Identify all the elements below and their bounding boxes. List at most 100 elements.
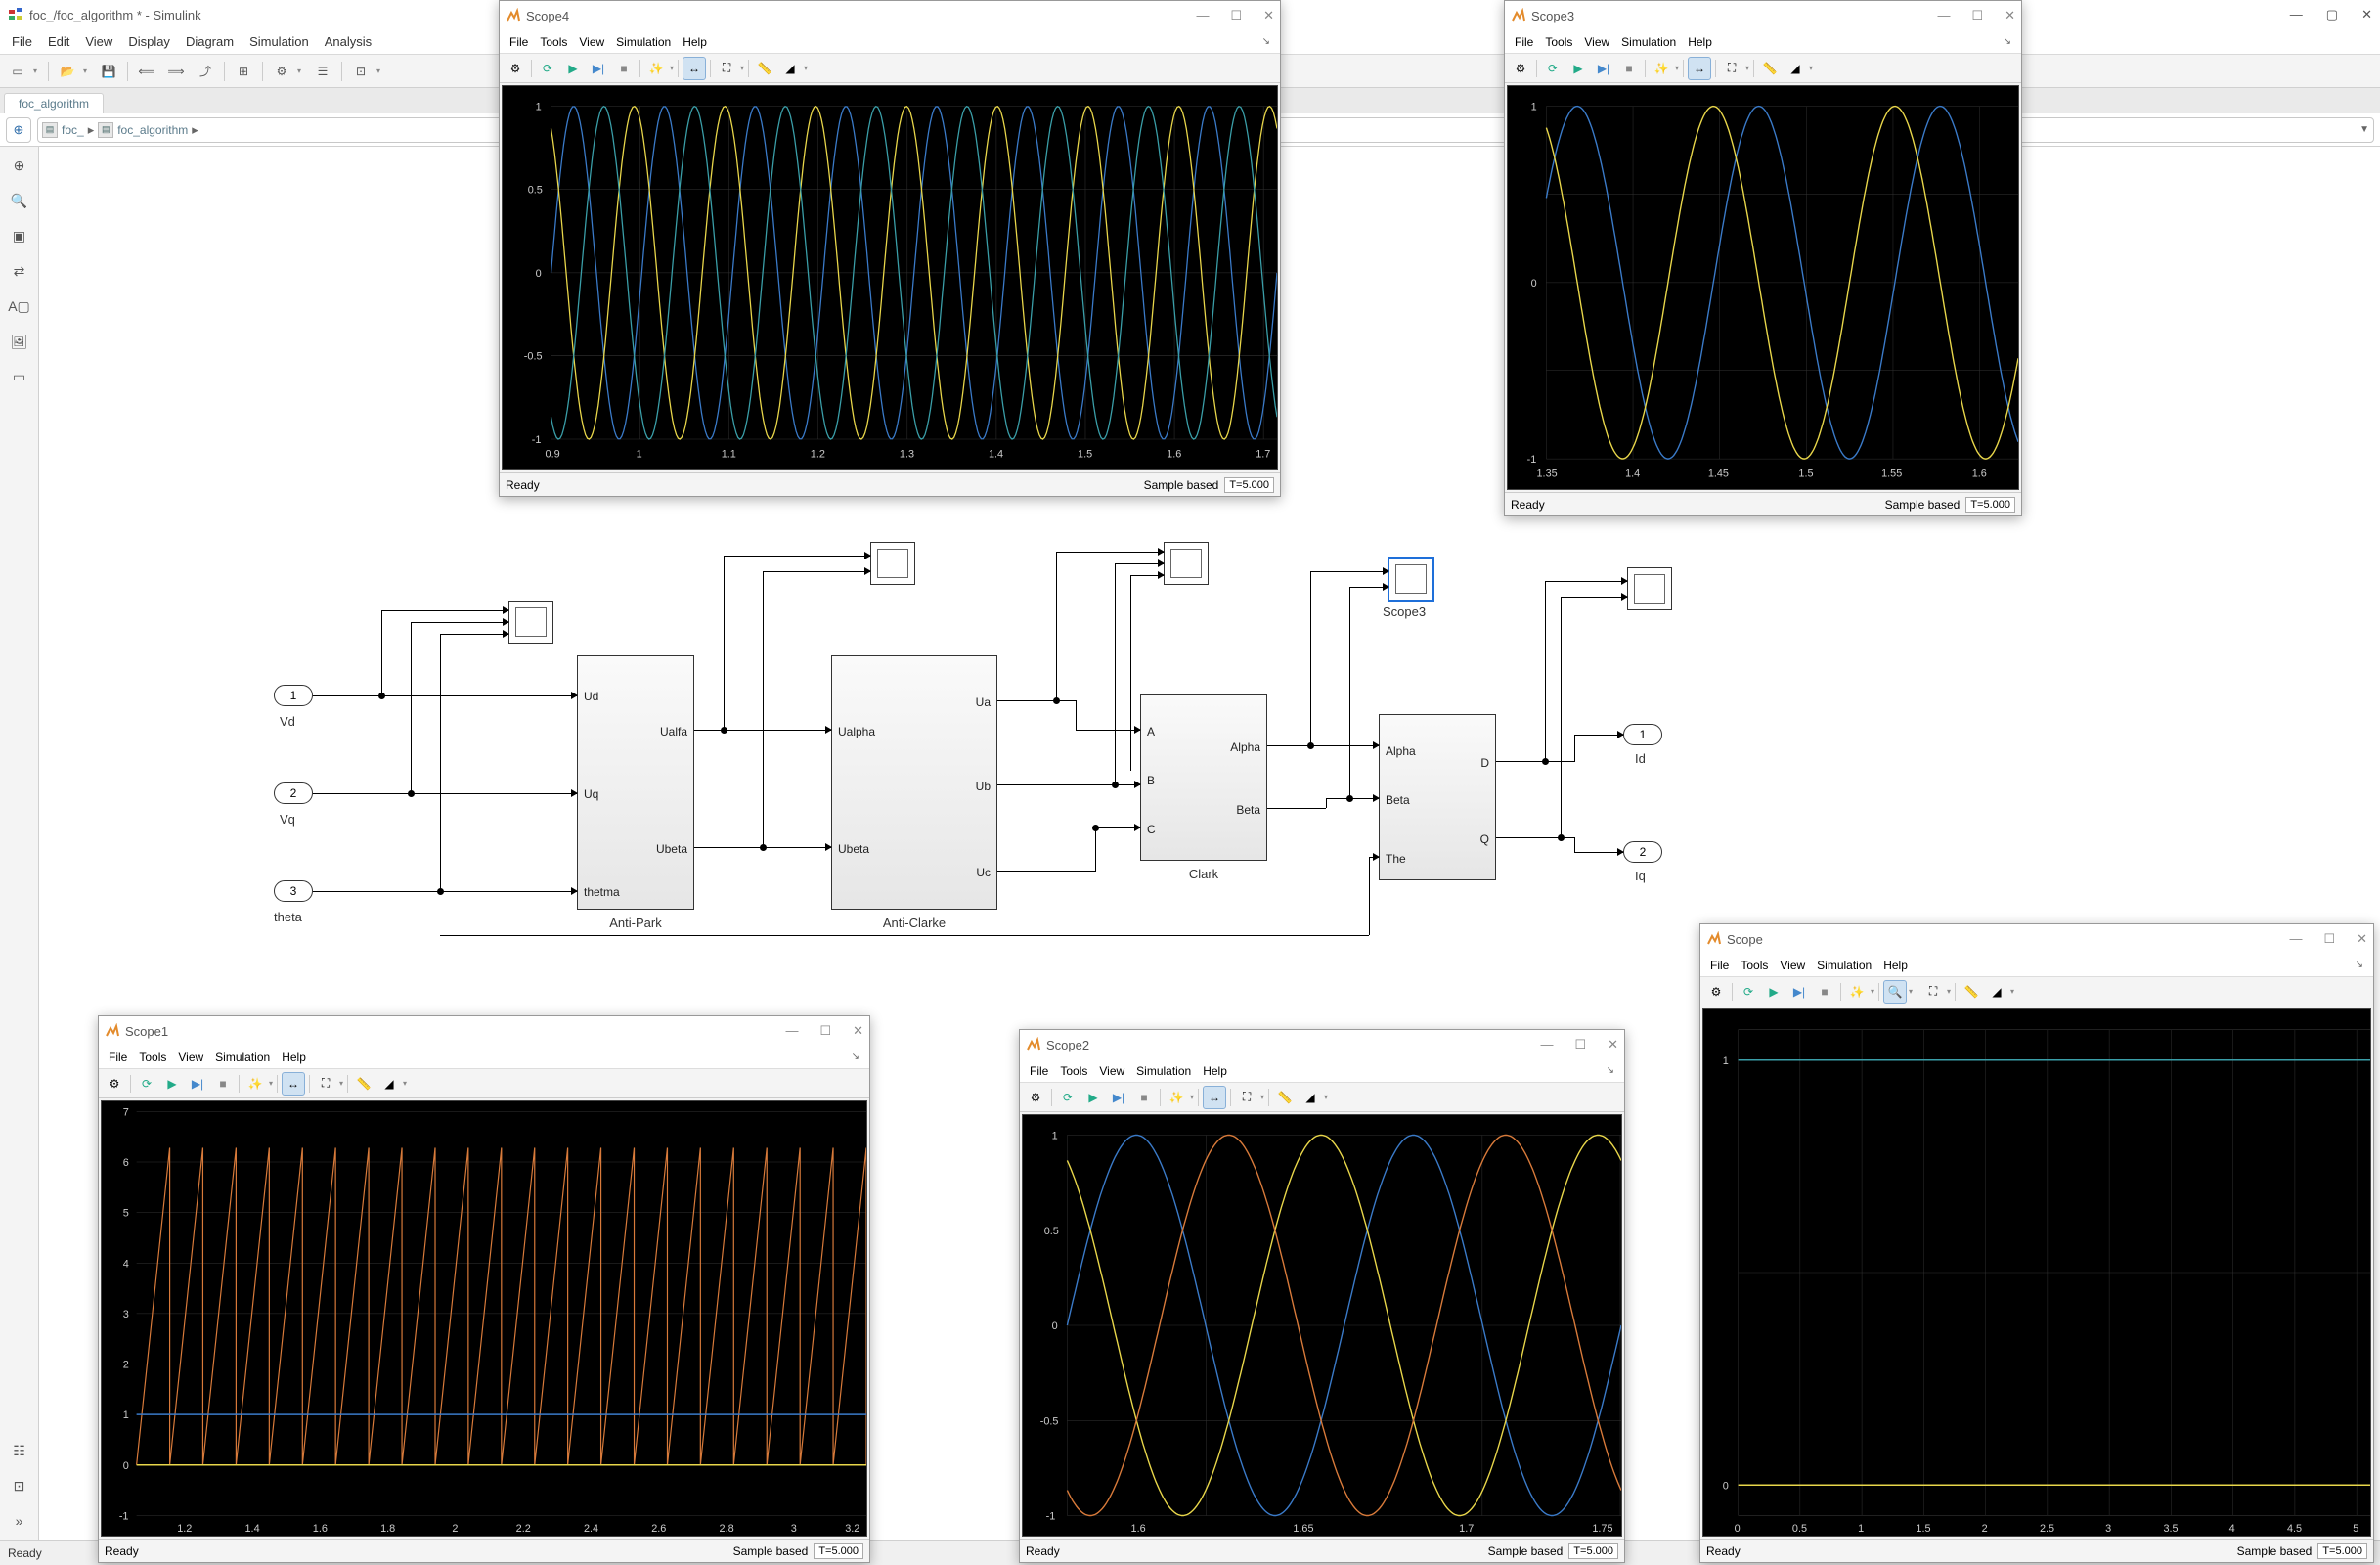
highlight-button[interactable]: ✨ xyxy=(1845,980,1869,1004)
zoom-x-button[interactable]: ↔ xyxy=(282,1072,305,1096)
run-button[interactable]: ▶ xyxy=(1762,980,1785,1004)
menu-file[interactable]: File xyxy=(1706,958,1733,973)
undock-icon[interactable]: ↘ xyxy=(848,1051,863,1063)
scope-block-2[interactable] xyxy=(870,542,915,585)
menu-help[interactable]: Help xyxy=(1199,1063,1231,1079)
autoscale-button[interactable]: ⛶ xyxy=(314,1072,337,1096)
scope2-window[interactable]: Scope2 —☐✕ File Tools View Simulation He… xyxy=(1019,1029,1625,1563)
menu-view[interactable]: View xyxy=(575,34,608,50)
measure-button[interactable]: 📏 xyxy=(753,57,776,80)
zoom-button[interactable]: 🔍 xyxy=(5,186,34,215)
measure-button[interactable]: 📏 xyxy=(1960,980,1983,1004)
new-dropdown[interactable]: ▾ xyxy=(33,67,43,75)
menu-diagram[interactable]: Diagram xyxy=(180,32,240,51)
nav-target-button[interactable]: ⊕ xyxy=(6,117,31,143)
scope1-window[interactable]: Scope1 —☐✕ File Tools View Simulation He… xyxy=(98,1015,870,1563)
menu-edit[interactable]: Edit xyxy=(42,32,75,51)
menu-view[interactable]: View xyxy=(79,32,118,51)
scope-block-1[interactable] xyxy=(508,601,553,644)
scope-window[interactable]: Scope —☐✕ File Tools View Simulation Hel… xyxy=(1699,923,2374,1563)
scope3-window[interactable]: Scope3 —☐✕ File Tools View Simulation He… xyxy=(1504,0,2022,516)
menu-tools[interactable]: Tools xyxy=(1056,1063,1091,1079)
stop-button[interactable]: ■ xyxy=(1813,980,1836,1004)
close-icon[interactable]: ✕ xyxy=(1608,1037,1618,1052)
restart-button[interactable]: ⟳ xyxy=(536,57,559,80)
menu-display[interactable]: Display xyxy=(122,32,176,51)
step-button[interactable]: ▶| xyxy=(1787,980,1811,1004)
image-button[interactable]: 🖼 xyxy=(5,327,34,356)
zoom-x-button[interactable]: ↔ xyxy=(683,57,706,80)
fit-to-window-button[interactable]: ▣ xyxy=(5,221,34,250)
minimize-icon[interactable]: — xyxy=(2290,7,2303,22)
menu-simulation[interactable]: Simulation xyxy=(612,34,675,50)
library-browser-button[interactable]: ⊞ xyxy=(230,59,257,84)
step-button[interactable]: ▶| xyxy=(1592,57,1615,80)
maximize-icon[interactable]: ☐ xyxy=(1971,8,1983,23)
menu-view[interactable]: View xyxy=(1095,1063,1128,1079)
restart-button[interactable]: ⟳ xyxy=(1056,1086,1080,1109)
autoscale-button[interactable]: ⛶ xyxy=(1921,980,1945,1004)
menu-analysis[interactable]: Analysis xyxy=(319,32,377,51)
autoscale-button[interactable]: ⛶ xyxy=(715,57,738,80)
menu-file[interactable]: File xyxy=(506,34,532,50)
box-button[interactable]: ▭ xyxy=(5,362,34,391)
breadcrumb-root[interactable]: ▤ foc_ xyxy=(42,122,84,138)
menu-simulation[interactable]: Simulation xyxy=(243,32,315,51)
restart-button[interactable]: ⟳ xyxy=(135,1072,158,1096)
config-button[interactable]: ⚙ xyxy=(1704,980,1728,1004)
close-icon[interactable]: ✕ xyxy=(853,1023,863,1039)
autoscale-button[interactable]: ⛶ xyxy=(1720,57,1743,80)
run-button[interactable]: ▶ xyxy=(1081,1086,1105,1109)
fit-view-button[interactable]: ⊕ xyxy=(5,151,34,180)
highlight-button[interactable]: ✨ xyxy=(1165,1086,1188,1109)
zoom-button[interactable]: 🔍 xyxy=(1883,980,1907,1004)
open-button[interactable]: 📂 xyxy=(54,59,81,84)
autoscale-button[interactable]: ⛶ xyxy=(1235,1086,1258,1109)
run-button[interactable]: ▶ xyxy=(160,1072,184,1096)
forward-button[interactable]: ⟹ xyxy=(162,59,190,84)
triggers-button[interactable]: ◢ xyxy=(1784,57,1807,80)
block-clark[interactable]: A B C Alpha Beta xyxy=(1140,694,1267,861)
config-button[interactable]: ⚙ xyxy=(103,1072,126,1096)
open-dropdown[interactable]: ▾ xyxy=(83,67,93,75)
breadcrumb-dropdown-icon[interactable]: ▼ xyxy=(2359,124,2369,135)
scope-block-4[interactable] xyxy=(1627,567,1672,610)
measure-button[interactable]: 📏 xyxy=(1273,1086,1297,1109)
maximize-icon[interactable]: ☐ xyxy=(1230,8,1242,23)
menu-help[interactable]: Help xyxy=(278,1050,310,1065)
up-button[interactable]: ⤴ xyxy=(192,59,219,84)
highlight-button[interactable]: ✨ xyxy=(644,57,668,80)
undock-icon[interactable]: ↘ xyxy=(1258,35,1274,48)
scope-block-3[interactable] xyxy=(1164,542,1209,585)
triggers-button[interactable]: ◢ xyxy=(1299,1086,1322,1109)
minimize-icon[interactable]: — xyxy=(1937,8,1950,23)
menu-tools[interactable]: Tools xyxy=(1737,958,1772,973)
model-config-button[interactable]: ⚙ xyxy=(268,59,295,84)
block-anti-park[interactable]: Ud Uq thetma Ualfa Ubeta xyxy=(577,655,694,910)
scope1-plot[interactable]: -101234567 1.21.41.61.822.22.42.62.833.2 xyxy=(101,1100,867,1537)
signal-builder-button[interactable]: ⊡ xyxy=(347,59,375,84)
menu-file[interactable]: File xyxy=(6,32,38,51)
menu-tools[interactable]: Tools xyxy=(135,1050,170,1065)
new-model-button[interactable]: ▭ xyxy=(4,59,31,84)
close-icon[interactable]: ✕ xyxy=(2357,931,2367,947)
scope3-plot[interactable]: -101 1.351.41.451.51.551.6 xyxy=(1507,85,2019,490)
inport-vq[interactable]: 2 xyxy=(274,782,313,804)
menu-file[interactable]: File xyxy=(1026,1063,1052,1079)
stop-button[interactable]: ■ xyxy=(1132,1086,1156,1109)
menu-view[interactable]: View xyxy=(1580,34,1613,50)
zoom-x-button[interactable]: ↔ xyxy=(1203,1086,1226,1109)
menu-help[interactable]: Help xyxy=(1879,958,1912,973)
undock-icon[interactable]: ↘ xyxy=(1603,1064,1618,1077)
scope2-plot[interactable]: -1-0.500.51 1.61.651.71.75 xyxy=(1022,1114,1622,1537)
run-button[interactable]: ▶ xyxy=(1566,57,1590,80)
breadcrumb-sub[interactable]: ▤ foc_algorithm xyxy=(98,122,188,138)
menu-help[interactable]: Help xyxy=(679,34,711,50)
close-icon[interactable]: ✕ xyxy=(2005,8,2015,23)
expand-button[interactable]: » xyxy=(5,1506,34,1536)
maximize-icon[interactable]: ▢ xyxy=(2326,7,2338,22)
restart-button[interactable]: ⟳ xyxy=(1541,57,1565,80)
undock-icon[interactable]: ↘ xyxy=(2352,959,2367,971)
menu-simulation[interactable]: Simulation xyxy=(1813,958,1875,973)
minimize-icon[interactable]: — xyxy=(2289,931,2302,947)
